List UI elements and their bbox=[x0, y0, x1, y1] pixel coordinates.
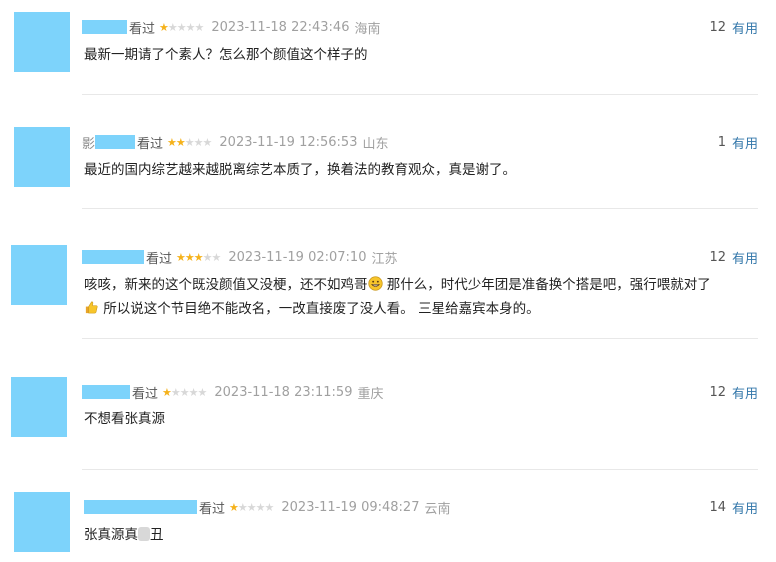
watched-label: 看过 bbox=[146, 251, 173, 267]
comment-location: 江苏 bbox=[371, 251, 398, 267]
watched-label: 看过 bbox=[199, 501, 226, 517]
comment-time: 2023-11-19 12:56:53 bbox=[219, 134, 358, 150]
star-empty-icon: ★ bbox=[202, 135, 213, 149]
useful-button[interactable]: 有用 bbox=[732, 248, 758, 267]
comment-text-part: 张真源真 bbox=[84, 527, 138, 543]
star-empty-icon: ★ bbox=[197, 385, 208, 399]
star-filled-icon: ★ bbox=[159, 20, 169, 34]
vote-area: 12 有用 bbox=[709, 382, 758, 402]
comment-text: 咳咳，新来的这个既没颜值又没梗，还不如鸡哥 那什么，时代少年团是准备换个搭是吧，… bbox=[84, 273, 764, 321]
comment-location: 云南 bbox=[424, 501, 451, 517]
comment-meta: 看过 ★ ★ ★ ★ ★ 2023-11-18 22:43:46 海南 bbox=[82, 17, 380, 37]
star-filled-icon: ★ bbox=[229, 500, 239, 514]
comment-location: 重庆 bbox=[357, 386, 384, 402]
star-empty-icon: ★ bbox=[194, 20, 205, 34]
vote-area: 12 有用 bbox=[709, 247, 758, 267]
star-empty-icon: ★ bbox=[237, 500, 248, 514]
avatar[interactable] bbox=[11, 377, 67, 437]
rating-stars: ★ ★ ★ ★ ★ bbox=[159, 20, 205, 34]
star-filled-icon: ★ bbox=[175, 135, 186, 149]
comment-location: 海南 bbox=[354, 21, 381, 37]
comment-item: 看过 ★ ★ ★ ★ ★ 2023-11-18 22:43:46 海南 12 有用 最新… bbox=[0, 0, 776, 95]
comment-item: 看过 ★ ★ ★ ★ ★ 2023-11-19 02:07:10 江苏 12 有用 咳咳… bbox=[0, 209, 776, 339]
star-filled-icon: ★ bbox=[162, 385, 172, 399]
watched-label: 看过 bbox=[137, 136, 164, 152]
watched-label: 看过 bbox=[132, 386, 159, 402]
username-redacted[interactable] bbox=[84, 500, 197, 514]
comment-text: 张真源真丑 bbox=[84, 523, 764, 547]
comment-text: 不想看张真源 bbox=[84, 411, 165, 427]
comment-text: 最近的国内综艺越来越脱离综艺本质了，换着法的教育观众，真是谢了。 bbox=[84, 162, 516, 178]
vote-count: 12 bbox=[709, 249, 726, 265]
useful-button[interactable]: 有用 bbox=[732, 18, 758, 37]
rating-stars: ★ ★ ★ ★ ★ bbox=[162, 385, 208, 399]
star-empty-icon: ★ bbox=[167, 20, 178, 34]
star-empty-icon: ★ bbox=[246, 500, 257, 514]
comment-item: 看过 ★ ★ ★ ★ ★ 2023-11-19 09:48:27 云南 14 有用 张真… bbox=[0, 470, 776, 562]
avatar[interactable] bbox=[14, 12, 70, 72]
rating-stars: ★ ★ ★ ★ ★ bbox=[176, 250, 222, 264]
star-filled-icon: ★ bbox=[167, 135, 177, 149]
comment-text-part: 那什么，时代少年团是准备换个搭是吧，强行喂就对了 bbox=[386, 277, 711, 293]
comment-text-part: 所以说这个节目绝不能改名，一改直接废了没人看。 三星给嘉宾本身的。 bbox=[103, 301, 540, 317]
comment-meta: 看过 ★ ★ ★ ★ ★ 2023-11-19 09:48:27 云南 bbox=[84, 497, 450, 517]
star-empty-icon: ★ bbox=[264, 500, 275, 514]
vote-area: 14 有用 bbox=[709, 497, 758, 517]
star-empty-icon: ★ bbox=[185, 20, 196, 34]
username-redacted[interactable] bbox=[82, 385, 130, 399]
comment-time: 2023-11-18 23:11:59 bbox=[214, 384, 353, 400]
username-prefix[interactable]: 影 bbox=[82, 133, 95, 152]
star-empty-icon: ★ bbox=[202, 250, 213, 264]
star-filled-icon: ★ bbox=[193, 250, 204, 264]
vote-count: 14 bbox=[709, 499, 726, 515]
grinning-face-icon bbox=[367, 276, 383, 291]
vote-count: 1 bbox=[717, 134, 726, 150]
comment-time: 2023-11-19 09:48:27 bbox=[281, 499, 420, 515]
username-redacted[interactable] bbox=[95, 135, 136, 149]
star-empty-icon: ★ bbox=[193, 135, 204, 149]
comment-meta: 影 看过 ★ ★ ★ ★ ★ 2023-11-19 12:56:53 山东 bbox=[82, 132, 389, 152]
vote-area: 12 有用 bbox=[709, 17, 758, 37]
comment-time: 2023-11-18 22:43:46 bbox=[211, 19, 350, 35]
avatar[interactable] bbox=[14, 127, 70, 187]
comment-list: 看过 ★ ★ ★ ★ ★ 2023-11-18 22:43:46 海南 12 有用 最新… bbox=[0, 0, 776, 562]
comment-item: 影 看过 ★ ★ ★ ★ ★ 2023-11-19 12:56:53 山东 1 有用 最… bbox=[0, 95, 776, 209]
star-empty-icon: ★ bbox=[184, 135, 195, 149]
vote-count: 12 bbox=[709, 19, 726, 35]
star-empty-icon: ★ bbox=[188, 385, 199, 399]
comment-time: 2023-11-19 02:07:10 bbox=[228, 249, 367, 265]
rating-stars: ★ ★ ★ ★ ★ bbox=[167, 135, 213, 149]
star-empty-icon: ★ bbox=[211, 250, 222, 264]
star-filled-icon: ★ bbox=[184, 250, 195, 264]
comment-item: 看过 ★ ★ ★ ★ ★ 2023-11-18 23:11:59 重庆 12 有用 不想… bbox=[0, 339, 776, 470]
comment-text: 最新一期请了个素人？怎么那个颜值这个样子的 bbox=[84, 47, 368, 63]
comment-text-part: 咳咳，新来的这个既没颜值又没梗，还不如鸡哥 bbox=[84, 277, 368, 293]
star-empty-icon: ★ bbox=[179, 385, 190, 399]
star-empty-icon: ★ bbox=[170, 385, 181, 399]
comment-location: 山东 bbox=[362, 136, 389, 152]
star-empty-icon: ★ bbox=[255, 500, 266, 514]
comment-text-part: 丑 bbox=[150, 527, 164, 543]
useful-button[interactable]: 有用 bbox=[732, 383, 758, 402]
useful-button[interactable]: 有用 bbox=[732, 498, 758, 517]
star-filled-icon: ★ bbox=[176, 250, 186, 264]
star-empty-icon: ★ bbox=[176, 20, 187, 34]
vote-count: 12 bbox=[709, 384, 726, 400]
username-redacted[interactable] bbox=[82, 250, 144, 264]
redacted-char bbox=[138, 527, 150, 541]
comment-meta: 看过 ★ ★ ★ ★ ★ 2023-11-18 23:11:59 重庆 bbox=[82, 382, 383, 402]
username-redacted[interactable] bbox=[82, 20, 127, 34]
useful-button[interactable]: 有用 bbox=[732, 133, 758, 152]
rating-stars: ★ ★ ★ ★ ★ bbox=[229, 500, 275, 514]
avatar[interactable] bbox=[11, 245, 67, 305]
watched-label: 看过 bbox=[129, 21, 156, 37]
thumbs-up-icon bbox=[85, 301, 98, 314]
comment-meta: 看过 ★ ★ ★ ★ ★ 2023-11-19 02:07:10 江苏 bbox=[82, 247, 397, 267]
avatar[interactable] bbox=[14, 492, 70, 552]
vote-area: 1 有用 bbox=[718, 132, 758, 152]
